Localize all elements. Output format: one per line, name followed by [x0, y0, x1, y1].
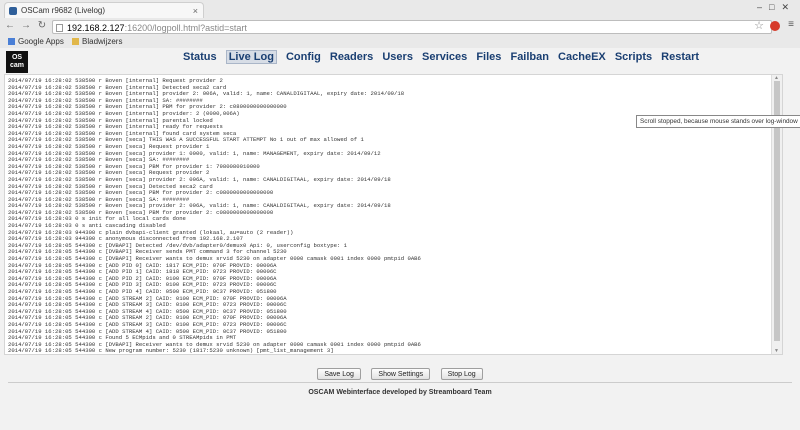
menu-restart[interactable]: Restart — [661, 51, 699, 63]
bookmark-folder[interactable]: Bladwijzers — [72, 36, 122, 48]
folder-icon — [72, 38, 79, 45]
menu-scripts[interactable]: Scripts — [615, 51, 652, 63]
browser-tab[interactable]: OSCam r9682 (Livelog) × — [4, 2, 204, 18]
browser-chrome: OSCam r9682 (Livelog) × –□✕ ← → ↻ 192.16… — [0, 0, 800, 49]
footer-divider — [8, 382, 792, 383]
bookmark-label: Bladwijzers — [82, 37, 123, 46]
oscam-logo: OS cam — [6, 51, 28, 73]
navigation-bar: ← → ↻ 192.168.2.127:16200/logpoll.html?a… — [0, 18, 800, 36]
oscam-favicon-icon — [9, 7, 17, 15]
show-settings-button[interactable]: Show Settings — [371, 368, 431, 380]
url-path: :16200/logpoll.html?astid=start — [124, 23, 247, 33]
bookmark-google-apps[interactable]: Google Apps — [8, 36, 64, 48]
menu-config[interactable]: Config — [286, 51, 321, 63]
minimize-icon[interactable]: – — [757, 2, 769, 12]
maximize-icon[interactable]: □ — [769, 2, 781, 12]
menu-failban[interactable]: Failban — [510, 51, 549, 63]
reload-icon[interactable]: ↻ — [36, 20, 48, 31]
save-log-button[interactable]: Save Log — [317, 368, 361, 380]
back-icon[interactable]: ← — [4, 20, 16, 31]
close-window-icon[interactable]: ✕ — [781, 2, 796, 12]
menu-live-log[interactable]: Live Log — [225, 50, 277, 64]
browser-menu-icon[interactable]: ≡ — [788, 19, 794, 30]
logo-line1: OS — [11, 54, 23, 61]
bookmark-star-icon[interactable]: ☆ — [754, 19, 764, 32]
forward-icon[interactable]: → — [20, 20, 32, 31]
address-bar[interactable]: 192.168.2.127:16200/logpoll.html?astid=s… — [52, 20, 772, 34]
app-header: OS cam Status Live Log Config Readers Us… — [0, 48, 800, 74]
bookmark-label: Google Apps — [18, 37, 64, 46]
menu-files[interactable]: Files — [476, 51, 501, 63]
log-controls: Save Log Show Settings Stop Log — [0, 363, 800, 380]
window-controls: –□✕ — [757, 2, 796, 13]
stop-log-button[interactable]: Stop Log — [440, 368, 483, 380]
menu-readers[interactable]: Readers — [330, 51, 373, 63]
footer-credit: OSCAM Webinterface developed by Streambo… — [308, 389, 492, 396]
menu-services[interactable]: Services — [422, 51, 467, 63]
extension-icon[interactable] — [770, 21, 780, 31]
bookmarks-bar: Google Apps Bladwijzers — [0, 36, 800, 48]
url-host: 192.168.2.127 — [67, 23, 125, 33]
apps-grid-icon — [8, 38, 15, 45]
menu-status[interactable]: Status — [183, 51, 217, 63]
tab-title: OSCam r9682 (Livelog) — [21, 6, 106, 15]
tab-close-icon[interactable]: × — [193, 3, 198, 18]
main-menu: Status Live Log Config Readers Users Ser… — [183, 50, 705, 64]
logo-line2: cam — [9, 62, 24, 69]
menu-users[interactable]: Users — [382, 51, 413, 63]
page-icon — [56, 24, 63, 32]
scroll-down-icon[interactable]: ▼ — [774, 348, 779, 354]
menu-cacheex[interactable]: CacheEX — [558, 51, 606, 63]
scroll-stopped-tooltip: Scroll stopped, because mouse stands ove… — [636, 115, 800, 128]
